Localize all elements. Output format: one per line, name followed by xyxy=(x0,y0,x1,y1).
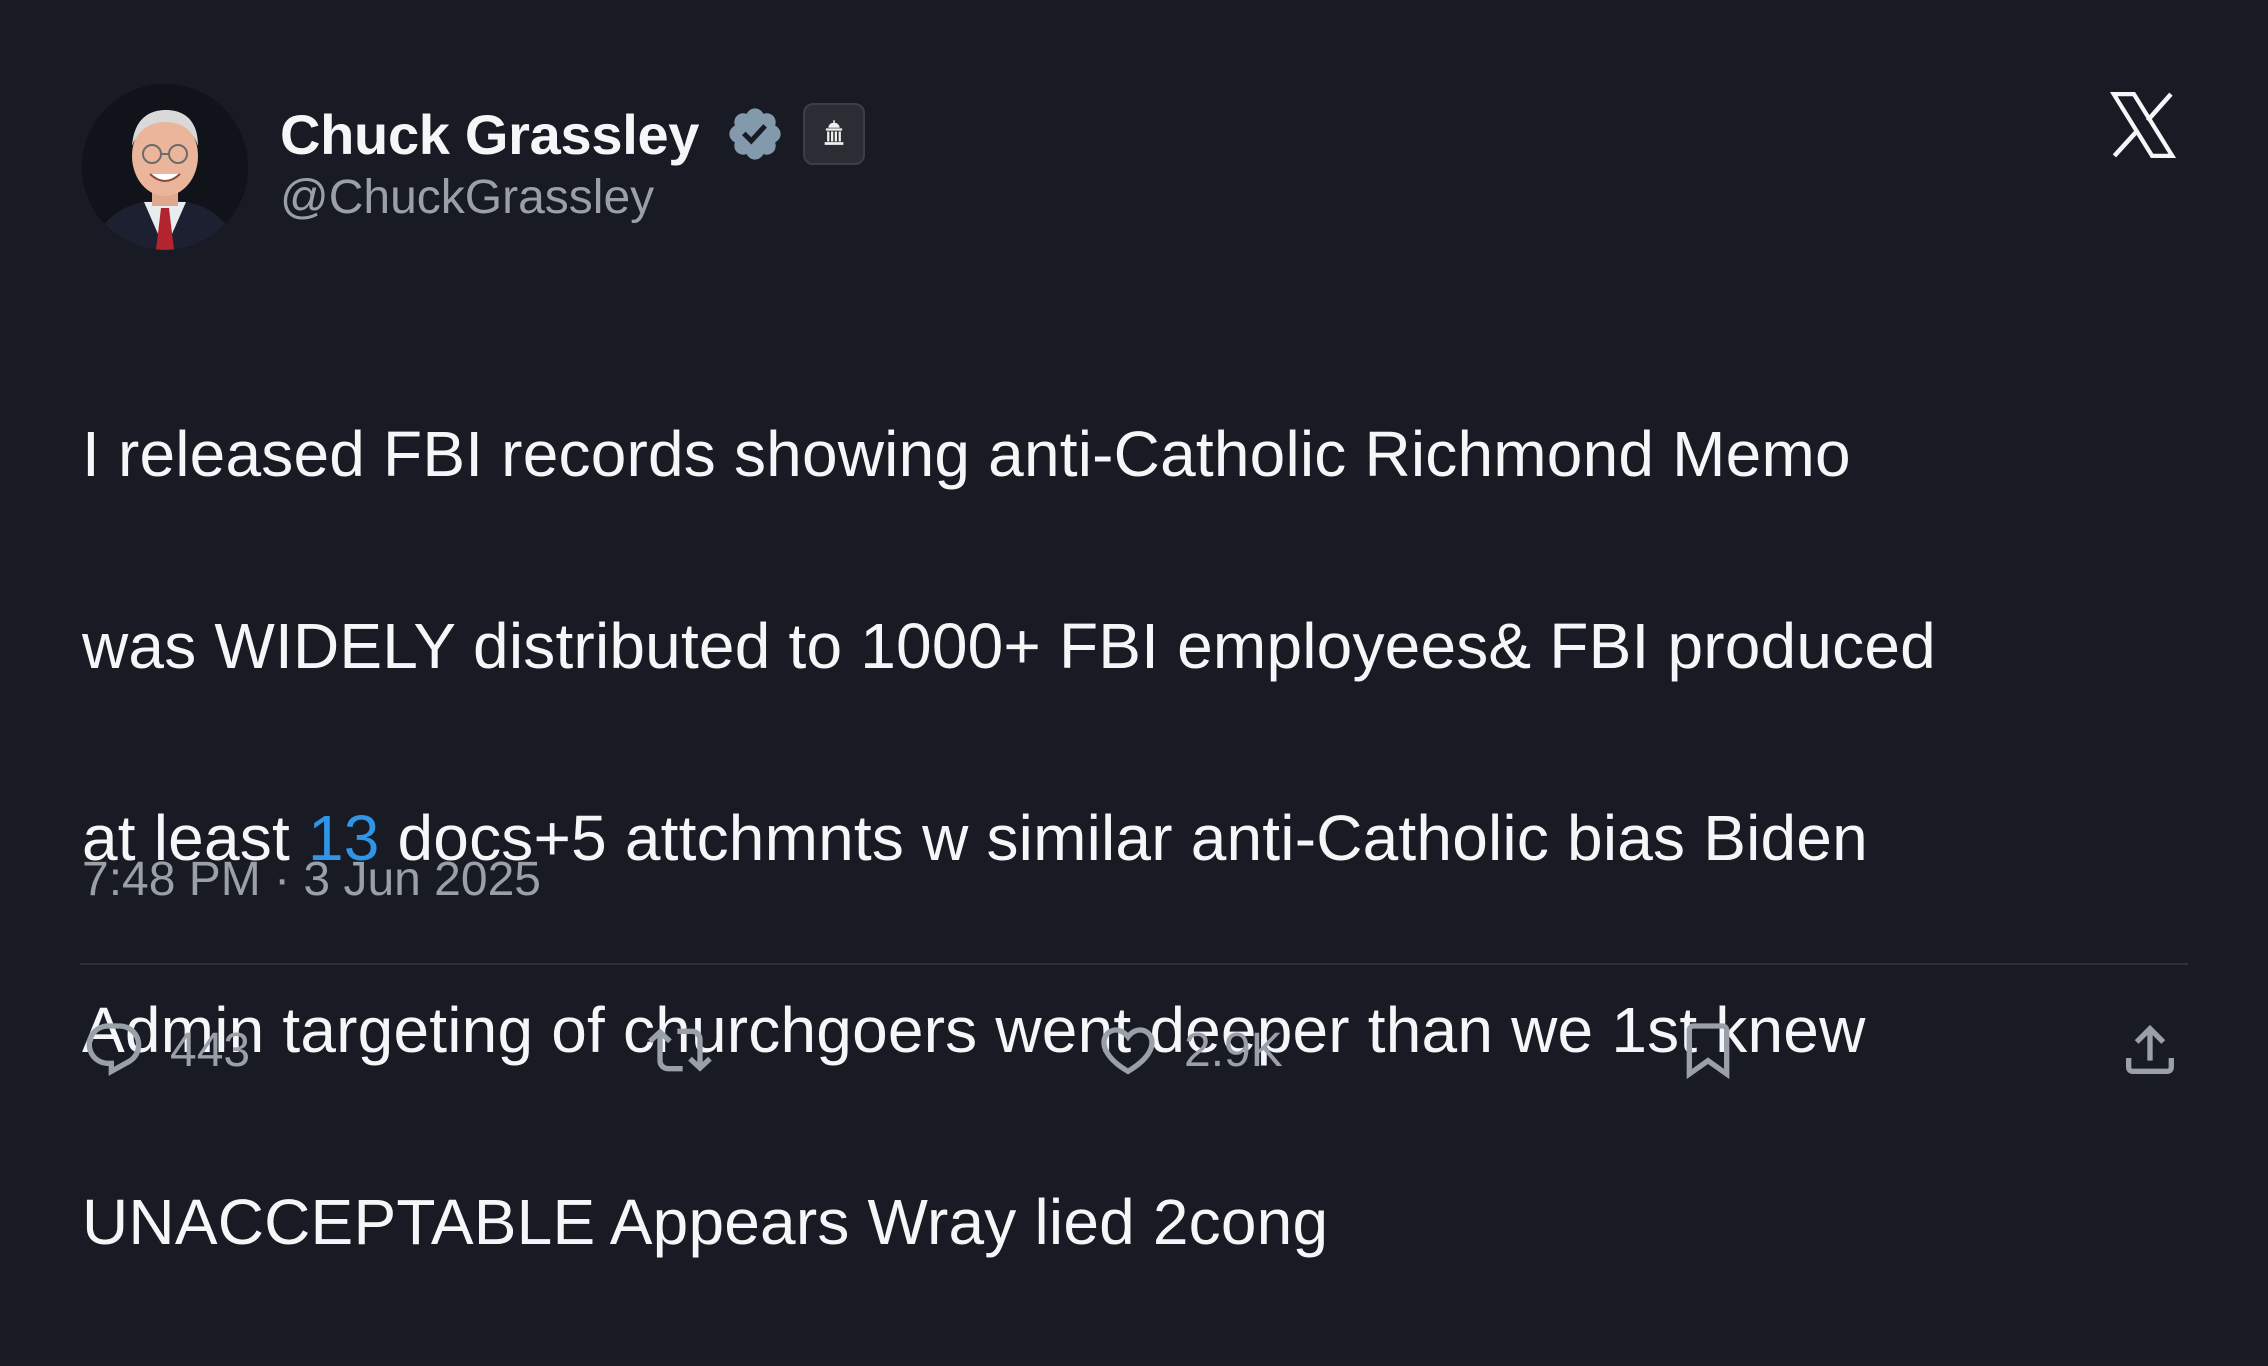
verified-badge-icon[interactable] xyxy=(725,104,785,164)
share-button[interactable] xyxy=(2118,1000,2182,1100)
post-text-line: was WIDELY distributed to 1000+ FBI empl… xyxy=(82,598,2202,694)
x-logo-icon[interactable] xyxy=(2104,86,2182,164)
repost-icon xyxy=(648,1028,712,1072)
like-button[interactable]: 2.9K xyxy=(1096,1000,1283,1100)
post-text-segment: was WIDELY distributed to 1000+ FBI empl… xyxy=(82,610,1936,682)
bookmark-button[interactable] xyxy=(1676,1000,1740,1100)
repost-button[interactable] xyxy=(648,1000,736,1100)
share-icon xyxy=(2126,1024,2174,1074)
action-bar: 443 2.9K xyxy=(0,1000,2268,1100)
like-count: 2.9K xyxy=(1184,1023,1283,1077)
post-text-segment: docs+5 attchmnts w similar anti-Catholic… xyxy=(379,802,1868,874)
post-text-line: UNACCEPTABLE Appears Wray lied 2cong xyxy=(82,1174,2202,1270)
author-name-row: Chuck Grassley xyxy=(280,98,866,170)
reply-icon xyxy=(86,1023,142,1076)
heart-icon xyxy=(1101,1027,1155,1075)
author-display-name[interactable]: Chuck Grassley xyxy=(280,102,699,167)
avatar[interactable] xyxy=(82,84,248,250)
divider xyxy=(80,963,2188,965)
post-text: I released FBI records showing anti-Cath… xyxy=(82,310,2202,1366)
post-text-segment: UNACCEPTABLE Appears Wray lied 2cong xyxy=(82,1186,1329,1258)
author-handle[interactable]: @ChuckGrassley xyxy=(280,170,654,225)
reply-count: 443 xyxy=(170,1023,251,1077)
post-card: Chuck Grassley @ChuckGrassley I released… xyxy=(0,0,2268,1258)
reply-button[interactable]: 443 xyxy=(82,1000,250,1100)
government-building-icon[interactable] xyxy=(803,103,866,165)
post-timestamp[interactable]: 7:48 PM · 3 Jun 2025 xyxy=(82,852,541,907)
bookmark-icon xyxy=(1686,1023,1730,1080)
avatar-image xyxy=(82,84,248,250)
post-text-segment: I released FBI records showing anti-Cath… xyxy=(82,418,1851,490)
post-text-line: I released FBI records showing anti-Cath… xyxy=(82,406,2202,502)
